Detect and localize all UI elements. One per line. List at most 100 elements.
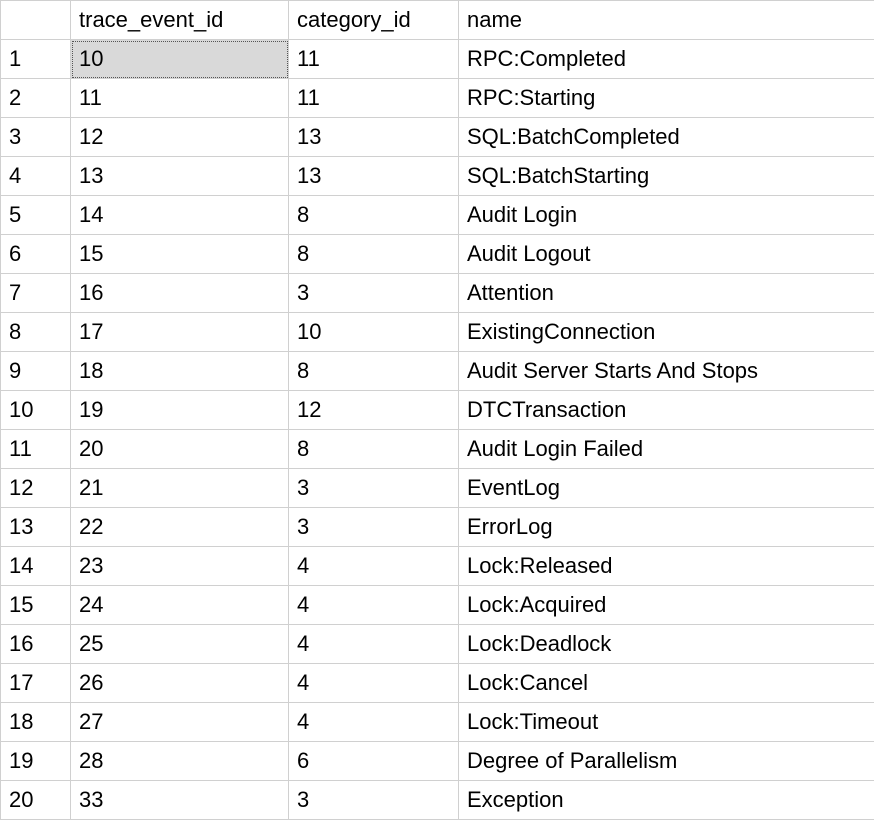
cell-name[interactable]: SQL:BatchCompleted [459, 118, 874, 157]
cell-category_id[interactable]: 3 [289, 508, 459, 547]
cell-trace_event_id[interactable]: 16 [71, 274, 289, 313]
row-number[interactable]: 16 [1, 625, 71, 664]
cell-category_id[interactable]: 4 [289, 625, 459, 664]
cell-category_id[interactable]: 13 [289, 118, 459, 157]
cell-category_id[interactable]: 4 [289, 547, 459, 586]
table-row[interactable]: 9188Audit Server Starts And Stops [1, 352, 874, 391]
cell-trace_event_id[interactable]: 12 [71, 118, 289, 157]
cell-trace_event_id[interactable]: 21 [71, 469, 289, 508]
cell-trace_event_id[interactable]: 15 [71, 235, 289, 274]
row-number[interactable]: 1 [1, 40, 71, 79]
cell-name[interactable]: DTCTransaction [459, 391, 874, 430]
table-row[interactable]: 13223ErrorLog [1, 508, 874, 547]
cell-category_id[interactable]: 10 [289, 313, 459, 352]
row-number[interactable]: 20 [1, 781, 71, 820]
cell-trace_event_id[interactable]: 14 [71, 196, 289, 235]
table-row[interactable]: 17264Lock:Cancel [1, 664, 874, 703]
row-number[interactable]: 14 [1, 547, 71, 586]
cell-trace_event_id[interactable]: 27 [71, 703, 289, 742]
table-row[interactable]: 11208Audit Login Failed [1, 430, 874, 469]
cell-category_id[interactable]: 12 [289, 391, 459, 430]
cell-category_id[interactable]: 4 [289, 586, 459, 625]
cell-category_id[interactable]: 11 [289, 79, 459, 118]
cell-name[interactable]: Lock:Released [459, 547, 874, 586]
cell-trace_event_id[interactable]: 18 [71, 352, 289, 391]
cell-trace_event_id[interactable]: 19 [71, 391, 289, 430]
results-grid[interactable]: trace_event_id category_id name 11011RPC… [0, 0, 874, 820]
table-row[interactable]: 20333Exception [1, 781, 874, 820]
table-row[interactable]: 21111RPC:Starting [1, 79, 874, 118]
cell-trace_event_id[interactable]: 20 [71, 430, 289, 469]
cell-trace_event_id[interactable]: 33 [71, 781, 289, 820]
column-header-name[interactable]: name [459, 1, 874, 40]
cell-name[interactable]: Lock:Deadlock [459, 625, 874, 664]
cell-trace_event_id[interactable]: 22 [71, 508, 289, 547]
row-number[interactable]: 2 [1, 79, 71, 118]
table-row[interactable]: 41313SQL:BatchStarting [1, 157, 874, 196]
cell-name[interactable]: Lock:Cancel [459, 664, 874, 703]
column-header-trace-event-id[interactable]: trace_event_id [71, 1, 289, 40]
cell-name[interactable]: RPC:Starting [459, 79, 874, 118]
cell-name[interactable]: Lock:Timeout [459, 703, 874, 742]
row-number[interactable]: 12 [1, 469, 71, 508]
row-number[interactable]: 7 [1, 274, 71, 313]
cell-category_id[interactable]: 8 [289, 235, 459, 274]
cell-name[interactable]: Lock:Acquired [459, 586, 874, 625]
cell-name[interactable]: ExistingConnection [459, 313, 874, 352]
cell-trace_event_id[interactable]: 28 [71, 742, 289, 781]
cell-name[interactable]: Audit Server Starts And Stops [459, 352, 874, 391]
cell-category_id[interactable]: 8 [289, 430, 459, 469]
cell-category_id[interactable]: 11 [289, 40, 459, 79]
cell-trace_event_id[interactable]: 24 [71, 586, 289, 625]
cell-name[interactable]: Audit Logout [459, 235, 874, 274]
cell-category_id[interactable]: 4 [289, 664, 459, 703]
cell-name[interactable]: ErrorLog [459, 508, 874, 547]
row-number[interactable]: 11 [1, 430, 71, 469]
table-row[interactable]: 6158Audit Logout [1, 235, 874, 274]
cell-name[interactable]: Audit Login Failed [459, 430, 874, 469]
table-row[interactable]: 5148Audit Login [1, 196, 874, 235]
row-number[interactable]: 4 [1, 157, 71, 196]
row-number[interactable]: 8 [1, 313, 71, 352]
cell-trace_event_id[interactable]: 23 [71, 547, 289, 586]
row-number[interactable]: 5 [1, 196, 71, 235]
cell-trace_event_id[interactable]: 13 [71, 157, 289, 196]
row-number[interactable]: 10 [1, 391, 71, 430]
cell-category_id[interactable]: 4 [289, 703, 459, 742]
cell-name[interactable]: Audit Login [459, 196, 874, 235]
table-row[interactable]: 81710ExistingConnection [1, 313, 874, 352]
cell-name[interactable]: Exception [459, 781, 874, 820]
table-row[interactable]: 12213EventLog [1, 469, 874, 508]
cell-category_id[interactable]: 13 [289, 157, 459, 196]
table-row[interactable]: 11011RPC:Completed [1, 40, 874, 79]
cell-trace_event_id[interactable]: 10 [71, 40, 289, 79]
row-number[interactable]: 17 [1, 664, 71, 703]
row-number[interactable]: 19 [1, 742, 71, 781]
table-row[interactable]: 14234Lock:Released [1, 547, 874, 586]
cell-category_id[interactable]: 6 [289, 742, 459, 781]
cell-name[interactable]: Degree of Parallelism [459, 742, 874, 781]
cell-trace_event_id[interactable]: 17 [71, 313, 289, 352]
row-number[interactable]: 18 [1, 703, 71, 742]
cell-name[interactable]: RPC:Completed [459, 40, 874, 79]
cell-category_id[interactable]: 3 [289, 274, 459, 313]
cell-name[interactable]: SQL:BatchStarting [459, 157, 874, 196]
table-row[interactable]: 7163Attention [1, 274, 874, 313]
table-row[interactable]: 18274Lock:Timeout [1, 703, 874, 742]
row-number[interactable]: 13 [1, 508, 71, 547]
cell-category_id[interactable]: 8 [289, 196, 459, 235]
table-row[interactable]: 19286Degree of Parallelism [1, 742, 874, 781]
table-row[interactable]: 16254Lock:Deadlock [1, 625, 874, 664]
column-header-category-id[interactable]: category_id [289, 1, 459, 40]
cell-name[interactable]: EventLog [459, 469, 874, 508]
cell-trace_event_id[interactable]: 26 [71, 664, 289, 703]
cell-trace_event_id[interactable]: 11 [71, 79, 289, 118]
cell-trace_event_id[interactable]: 25 [71, 625, 289, 664]
cell-category_id[interactable]: 8 [289, 352, 459, 391]
table-row[interactable]: 15244Lock:Acquired [1, 586, 874, 625]
row-number[interactable]: 6 [1, 235, 71, 274]
row-number[interactable]: 9 [1, 352, 71, 391]
row-number[interactable]: 3 [1, 118, 71, 157]
row-number[interactable]: 15 [1, 586, 71, 625]
cell-name[interactable]: Attention [459, 274, 874, 313]
